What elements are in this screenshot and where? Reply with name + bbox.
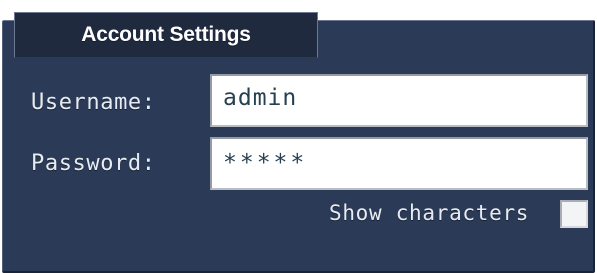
password-label: Password: (31, 151, 156, 176)
password-field[interactable]: ***** (210, 137, 588, 190)
show-characters-label[interactable]: Show characters (329, 201, 529, 225)
username-field[interactable]: admin (210, 74, 588, 127)
tab-account-settings[interactable]: Account Settings (14, 12, 318, 58)
account-settings-window: Account Settings Username: admin Passwor… (0, 0, 597, 273)
tab-connector (15, 57, 317, 59)
username-label: Username: (31, 90, 156, 115)
show-characters-checkbox[interactable] (560, 200, 588, 228)
